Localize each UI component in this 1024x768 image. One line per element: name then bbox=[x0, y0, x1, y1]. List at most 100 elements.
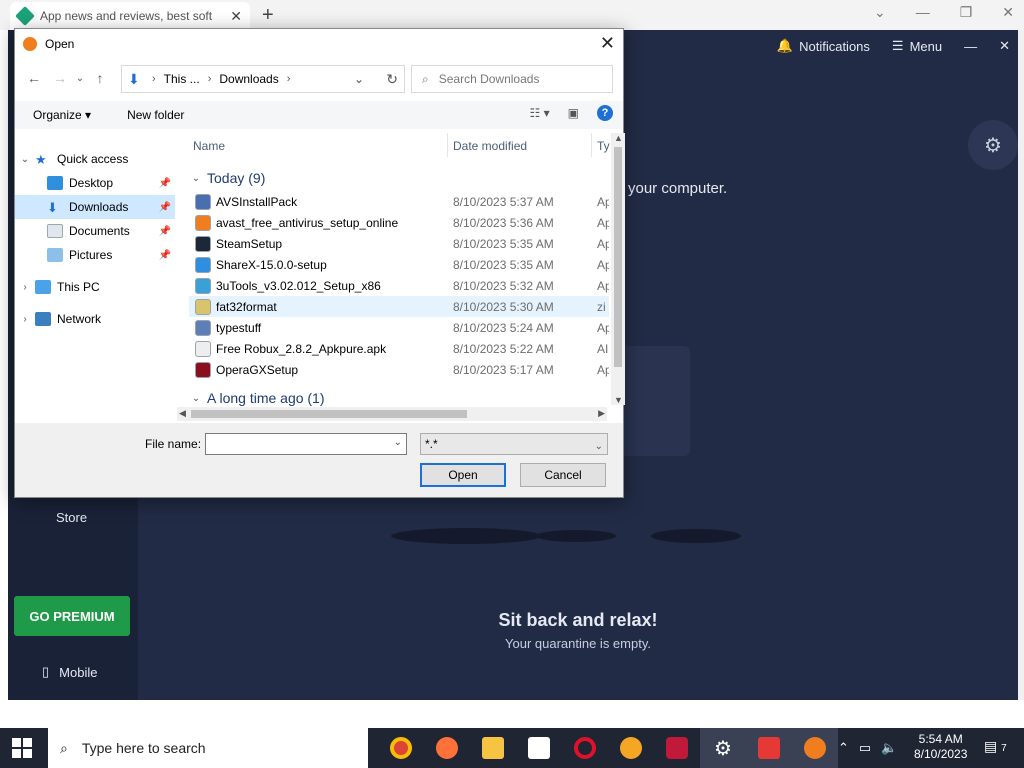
nav-pictures[interactable]: Pictures 📌 bbox=[15, 243, 175, 267]
file-row[interactable]: 3uTools_v3.02.012_Setup_x86 8/10/2023 5:3… bbox=[189, 275, 609, 296]
sidebar-mobile[interactable]: ▯ Mobile bbox=[42, 664, 97, 680]
cancel-button[interactable]: Cancel bbox=[520, 463, 606, 487]
taskbar: ⌕ Type here to search ⚙ ⌃ ▭ 🔈 5:54 AM 8/… bbox=[0, 728, 1024, 768]
notifications-button[interactable]: 🔔 Notifications bbox=[777, 38, 870, 54]
downloads-folder-icon: ⬇ bbox=[128, 71, 140, 87]
nav-this-pc[interactable]: › This PC bbox=[15, 275, 175, 299]
minimize-icon[interactable]: — bbox=[916, 4, 930, 21]
expand-icon[interactable]: › bbox=[15, 314, 35, 325]
firefox-icon[interactable] bbox=[424, 728, 470, 768]
refresh-icon[interactable]: ↻ bbox=[386, 71, 398, 88]
hscroll-thumb[interactable] bbox=[191, 410, 467, 418]
collapse-icon[interactable]: ⌄ bbox=[185, 173, 207, 184]
nav-downloads[interactable]: ⬇ Downloads 📌 bbox=[15, 195, 175, 219]
column-date-modified[interactable]: Date modified bbox=[453, 139, 527, 153]
group-long-ago[interactable]: ⌄ A long time ago (1) bbox=[185, 387, 605, 409]
column-name[interactable]: Name bbox=[193, 139, 225, 153]
file-name-dropdown-icon[interactable]: ⌄ bbox=[394, 437, 402, 448]
taskbar-clock[interactable]: 5:54 AM 8/10/2023 bbox=[914, 732, 967, 762]
file-name-input[interactable]: ⌄ bbox=[205, 433, 407, 455]
address-bar[interactable]: ⬇ › This ... › Downloads › ⌄ ↻ bbox=[121, 65, 405, 93]
search-input[interactable]: ⌕ Search Downloads bbox=[411, 65, 613, 93]
group-today[interactable]: ⌄ Today (9) bbox=[185, 167, 605, 189]
go-premium-button[interactable]: GO PREMIUM bbox=[14, 596, 130, 636]
file-row[interactable]: OperaGXSetup 8/10/2023 5:17 AM Ap bbox=[189, 359, 609, 380]
restore-icon[interactable]: ❐ bbox=[960, 4, 973, 21]
forward-icon[interactable]: → bbox=[47, 70, 73, 86]
filter-dropdown-icon[interactable]: ⌄ bbox=[595, 437, 603, 457]
breadcrumb-downloads[interactable]: Downloads bbox=[219, 72, 278, 86]
red-x-app-icon[interactable] bbox=[746, 728, 792, 768]
scroll-up-icon[interactable]: ▲ bbox=[614, 133, 623, 143]
new-folder-button[interactable]: New folder bbox=[109, 108, 202, 122]
browser-tab[interactable]: App news and reviews, best soft ✕ bbox=[10, 2, 250, 30]
notification-center-icon[interactable]: ▤ 7 bbox=[984, 738, 1007, 755]
file-row[interactable]: Free Robux_2.8.2_Apkpure.apk 8/10/2023 5:… bbox=[189, 338, 609, 359]
file-row[interactable]: ShareX-15.0.0-setup 8/10/2023 5:35 AM Ap bbox=[189, 254, 609, 275]
microsoft-store-icon[interactable] bbox=[516, 728, 562, 768]
file-list-vscrollbar[interactable]: ▲ ▼ bbox=[611, 133, 625, 405]
taskbar-search-input[interactable]: ⌕ Type here to search bbox=[48, 728, 368, 768]
column-separator[interactable] bbox=[447, 133, 448, 157]
volume-icon[interactable]: 🔈 bbox=[881, 740, 897, 756]
scroll-left-icon[interactable]: ◀ bbox=[179, 408, 186, 419]
file-explorer-icon[interactable] bbox=[470, 728, 516, 768]
close-window-icon[interactable]: ✕ bbox=[1002, 4, 1014, 21]
scroll-right-icon[interactable]: ▶ bbox=[598, 408, 605, 419]
settings-gear-icon[interactable]: ⚙ bbox=[968, 120, 1018, 170]
view-options-icon[interactable]: ☷ ▾ bbox=[530, 106, 550, 120]
column-type[interactable]: Ty bbox=[597, 139, 610, 153]
collapse-icon[interactable]: ⌄ bbox=[185, 393, 207, 404]
file-row[interactable]: SteamSetup 8/10/2023 5:35 AM Ap bbox=[189, 233, 609, 254]
settings-app-icon[interactable]: ⚙ bbox=[700, 728, 746, 768]
tab-search-icon[interactable]: ⌄ bbox=[874, 4, 886, 21]
breadcrumb-this-pc[interactable]: This ... bbox=[164, 72, 200, 86]
file-row[interactable]: fat32format 8/10/2023 5:30 AM zi bbox=[189, 296, 609, 317]
sidebar-store[interactable]: Store bbox=[56, 510, 87, 525]
nav-quick-access[interactable]: ⌄ ★ Quick access bbox=[15, 147, 175, 171]
file-type-filter-value: *.* bbox=[425, 437, 438, 451]
scroll-down-icon[interactable]: ▼ bbox=[614, 395, 623, 405]
open-button[interactable]: Open bbox=[420, 463, 506, 487]
quarantine-title: Sit back and relax! bbox=[498, 610, 658, 630]
file-list: Name Date modified Ty ⌄ Today (9) AVSIns… bbox=[185, 129, 623, 423]
file-type-filter[interactable]: *.* ⌄ bbox=[420, 433, 608, 455]
tab-close-icon[interactable]: ✕ bbox=[230, 8, 242, 25]
app-close-icon[interactable]: ✕ bbox=[999, 38, 1010, 54]
expand-icon[interactable]: › bbox=[15, 282, 35, 293]
opera-icon[interactable] bbox=[562, 728, 608, 768]
file-name: 3uTools_v3.02.012_Setup_x86 bbox=[216, 278, 381, 293]
help-icon[interactable]: ? bbox=[597, 105, 613, 121]
search-icon: ⌕ bbox=[60, 739, 68, 756]
vscroll-thumb[interactable] bbox=[614, 147, 622, 367]
preview-pane-icon[interactable]: ▣ bbox=[568, 106, 579, 120]
nav-desktop[interactable]: Desktop 📌 bbox=[15, 171, 175, 195]
avast-taskbar-icon[interactable] bbox=[792, 728, 838, 768]
back-icon[interactable]: ← bbox=[21, 70, 47, 86]
file-row[interactable]: typestuff 8/10/2023 5:24 AM Ap bbox=[189, 317, 609, 338]
chrome-icon[interactable] bbox=[378, 728, 424, 768]
brave-icon[interactable] bbox=[608, 728, 654, 768]
tray-overflow-icon[interactable]: ⌃ bbox=[838, 740, 849, 756]
file-list-hscrollbar[interactable]: ◀ ▶ bbox=[177, 407, 607, 421]
nav-documents[interactable]: Documents 📌 bbox=[15, 219, 175, 243]
app-minimize-icon[interactable]: — bbox=[964, 39, 977, 54]
address-dropdown-icon[interactable]: ⌄ bbox=[354, 72, 364, 86]
column-separator[interactable] bbox=[591, 133, 592, 157]
nav-network[interactable]: › Network bbox=[15, 307, 175, 331]
file-row[interactable]: AVSInstallPack 8/10/2023 5:37 AM Ap bbox=[189, 191, 609, 212]
dialog-close-icon[interactable]: ✕ bbox=[600, 33, 615, 54]
menu-button[interactable]: ☰ Menu bbox=[892, 38, 942, 54]
file-row[interactable]: avast_free_antivirus_setup_online 8/10/20… bbox=[189, 212, 609, 233]
opera-gx-icon[interactable] bbox=[654, 728, 700, 768]
organize-menu[interactable]: Organize ▾ bbox=[15, 108, 109, 122]
new-tab-button[interactable]: + bbox=[262, 4, 274, 27]
file-name: SteamSetup bbox=[216, 236, 283, 251]
expand-icon[interactable]: ⌄ bbox=[15, 154, 35, 165]
network-tray-icon[interactable]: ▭ bbox=[859, 740, 871, 756]
page-scrollbar[interactable] bbox=[1018, 30, 1024, 700]
up-folder-icon[interactable]: ↑ bbox=[87, 70, 113, 86]
recent-locations-icon[interactable]: ⌄ bbox=[73, 73, 87, 84]
windows-start-icon[interactable] bbox=[12, 738, 32, 758]
pictures-icon bbox=[47, 248, 63, 262]
